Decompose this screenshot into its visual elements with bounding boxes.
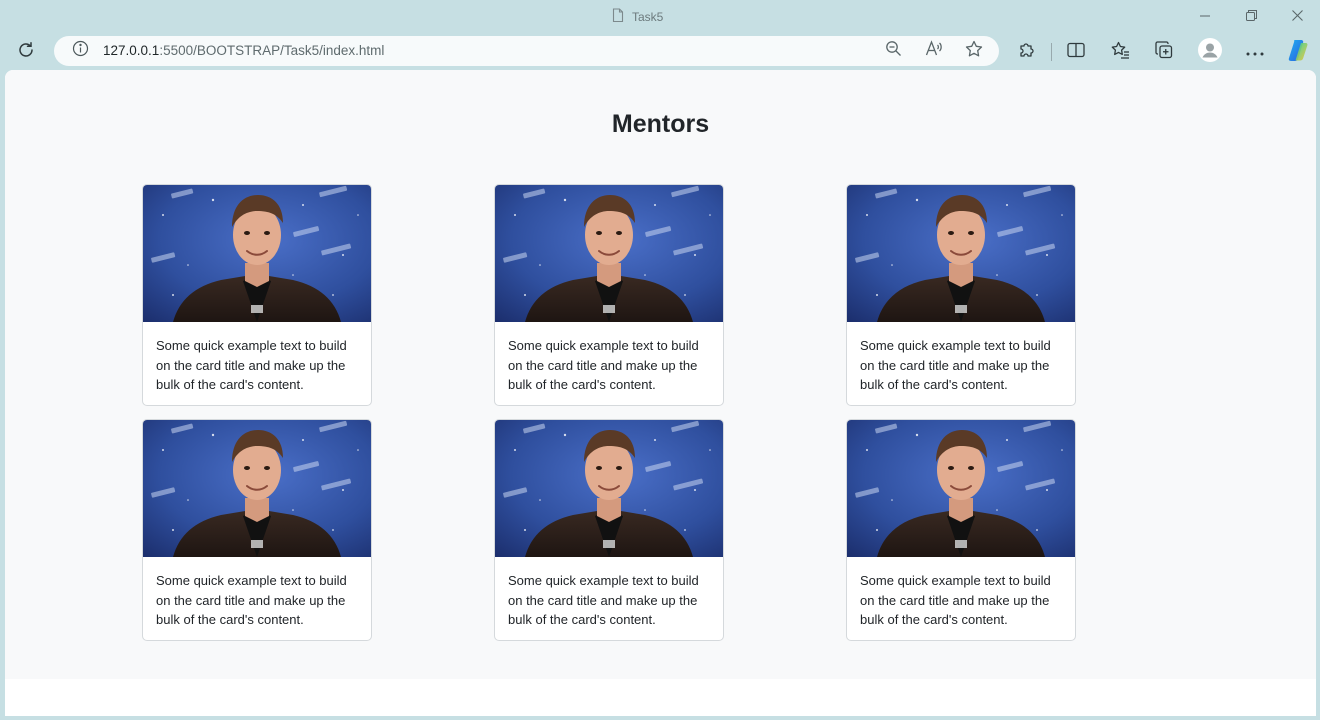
toolbar-divider bbox=[1051, 43, 1052, 61]
extensions-button[interactable] bbox=[1013, 38, 1041, 66]
zoom-button[interactable] bbox=[882, 40, 904, 62]
restore-icon bbox=[1245, 8, 1257, 26]
card-image bbox=[143, 420, 371, 557]
card-text: Some quick example text to build on the … bbox=[860, 338, 1051, 392]
title-bar: Task5 bbox=[0, 0, 1320, 33]
page-title: Mentors bbox=[611, 110, 710, 138]
split-screen-button[interactable] bbox=[1062, 38, 1090, 66]
collections-button[interactable] bbox=[1150, 38, 1178, 66]
url-path: :5500/BOOTSTRAP/Task5/index.html bbox=[159, 43, 385, 58]
address-bar[interactable]: 127.0.0.1:5500/BOOTSTRAP/Task5/index.htm… bbox=[54, 36, 999, 66]
minimize-icon bbox=[1200, 8, 1210, 26]
page-content: Mentors Some quick example text to build… bbox=[5, 70, 1316, 679]
card-image bbox=[143, 185, 371, 322]
document-icon bbox=[612, 8, 624, 26]
close-icon bbox=[1291, 8, 1303, 26]
close-button[interactable] bbox=[1284, 6, 1310, 28]
collections-icon bbox=[1155, 40, 1173, 64]
card-image bbox=[495, 185, 723, 322]
read-aloud-icon bbox=[925, 40, 943, 62]
copilot-button[interactable] bbox=[1284, 38, 1312, 66]
puzzle-icon bbox=[1018, 41, 1036, 64]
tab-title: Task5 bbox=[632, 10, 664, 24]
site-info-button[interactable] bbox=[69, 40, 91, 62]
mentor-card: Some quick example text to build on the … bbox=[846, 419, 1076, 641]
page-viewport: Mentors Some quick example text to build… bbox=[5, 70, 1316, 716]
favorites-button[interactable] bbox=[1106, 38, 1134, 66]
url-text[interactable]: 127.0.0.1:5500/BOOTSTRAP/Task5/index.htm… bbox=[103, 43, 384, 58]
browser-toolbar: 127.0.0.1:5500/BOOTSTRAP/Task5/index.htm… bbox=[0, 33, 1320, 70]
mentor-card: Some quick example text to build on the … bbox=[494, 419, 724, 641]
profile-icon bbox=[1198, 37, 1222, 67]
card-text: Some quick example text to build on the … bbox=[156, 338, 347, 392]
read-aloud-button[interactable] bbox=[923, 40, 945, 62]
card-text: Some quick example text to build on the … bbox=[860, 573, 1051, 627]
card-text: Some quick example text to build on the … bbox=[156, 573, 347, 627]
url-host: 127.0.0.1 bbox=[103, 43, 160, 58]
more-icon bbox=[1246, 43, 1264, 61]
minimize-button[interactable] bbox=[1192, 6, 1218, 28]
refresh-button[interactable] bbox=[12, 38, 40, 66]
mentor-card: Some quick example text to build on the … bbox=[494, 184, 724, 406]
info-icon bbox=[72, 40, 89, 62]
card-text: Some quick example text to build on the … bbox=[508, 573, 699, 627]
card-text: Some quick example text to build on the … bbox=[508, 338, 699, 392]
mentor-card: Some quick example text to build on the … bbox=[142, 419, 372, 641]
profile-button[interactable] bbox=[1196, 37, 1224, 67]
window-tab[interactable]: Task5 bbox=[612, 8, 664, 26]
zoom-out-icon bbox=[885, 40, 902, 62]
more-button[interactable] bbox=[1241, 38, 1269, 66]
mentor-card: Some quick example text to build on the … bbox=[846, 184, 1076, 406]
card-image bbox=[495, 420, 723, 557]
card-image bbox=[847, 185, 1075, 322]
star-icon bbox=[965, 40, 983, 63]
card-image bbox=[847, 420, 1075, 557]
favorites-icon bbox=[1111, 41, 1130, 64]
mentor-card: Some quick example text to build on the … bbox=[142, 184, 372, 406]
restore-button[interactable] bbox=[1238, 6, 1264, 28]
copilot-icon bbox=[1286, 38, 1310, 67]
favorite-button[interactable] bbox=[963, 40, 985, 62]
split-screen-icon bbox=[1067, 42, 1085, 63]
refresh-icon bbox=[17, 41, 35, 64]
